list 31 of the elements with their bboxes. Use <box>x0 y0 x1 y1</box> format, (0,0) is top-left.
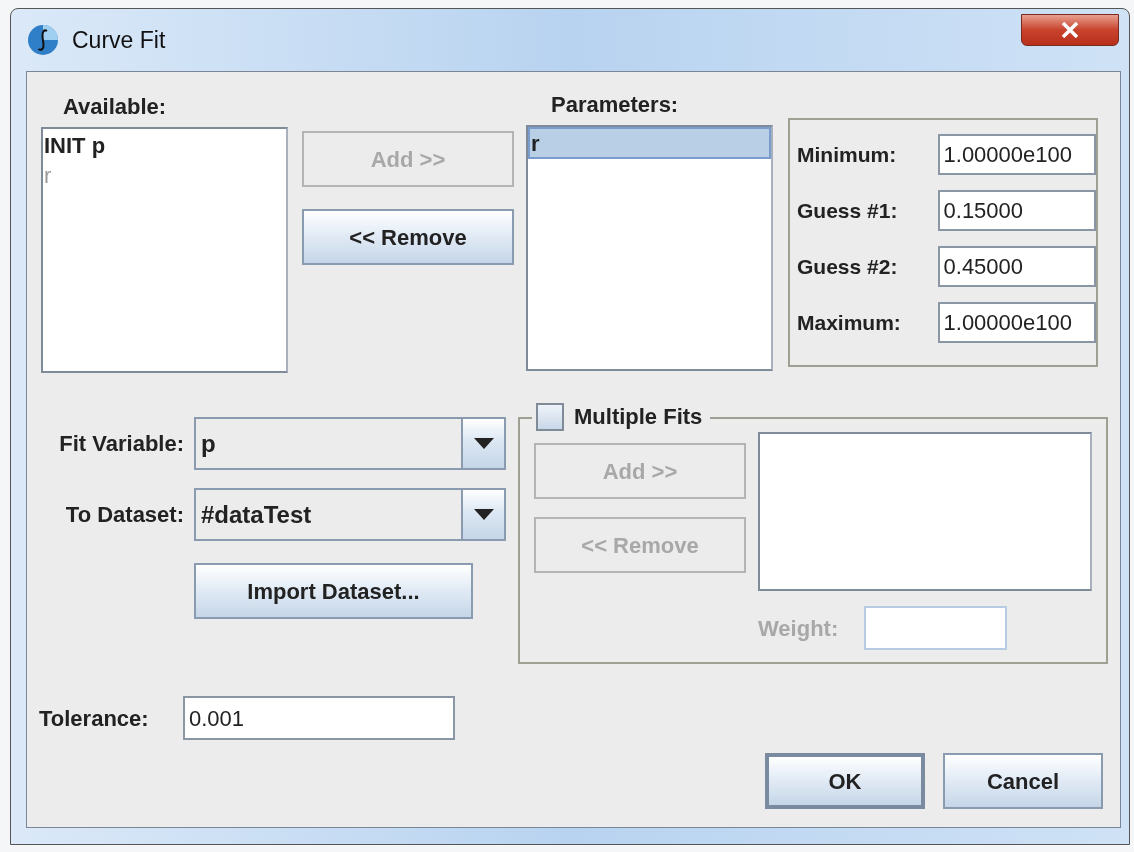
field-label: Guess #2: <box>797 253 899 280</box>
close-icon <box>1061 22 1079 38</box>
list-label: Available: <box>63 93 168 121</box>
cancel-button[interactable]: Cancel <box>943 753 1103 809</box>
remove-button[interactable]: << Remove <box>302 209 514 265</box>
field-label: Fit Variable: <box>58 430 184 458</box>
dropdown-arrow-icon <box>473 438 494 449</box>
field-label: Tolerance: <box>39 704 150 733</box>
field-label: Maximum: <box>797 309 902 336</box>
import-dataset-button[interactable]: Import Dataset... <box>194 563 473 619</box>
app-icon <box>26 23 60 57</box>
text-field[interactable]: 1.00000e100 <box>937 302 1096 343</box>
field-label: Guess #1: <box>797 197 899 224</box>
text-field[interactable]: 0.15000 <box>937 190 1096 231</box>
list-item[interactable]: r <box>528 127 771 159</box>
dataset-dropdown[interactable]: #dataTest <box>194 488 506 541</box>
text-field[interactable]: 1.00000e100 <box>937 134 1096 175</box>
tolerance-field[interactable]: 0.001 <box>183 696 455 740</box>
list-label: Parameters: <box>551 91 680 119</box>
dropdown-arrow-icon <box>473 509 494 520</box>
ok-button[interactable]: OK <box>765 753 925 809</box>
field-label: To Dataset: <box>64 501 184 529</box>
field-label: Minimum: <box>797 141 898 168</box>
text-field[interactable]: 0.45000 <box>937 246 1096 287</box>
window-title: Curve Fit <box>72 25 166 55</box>
fit-variable-dropdown[interactable]: p <box>194 417 506 470</box>
checkbox[interactable] <box>536 402 564 431</box>
close-button[interactable] <box>1021 14 1119 46</box>
weight-field[interactable] <box>864 606 1007 650</box>
list-item[interactable]: INIT p <box>43 129 286 159</box>
field-label: Weight: <box>758 614 840 643</box>
